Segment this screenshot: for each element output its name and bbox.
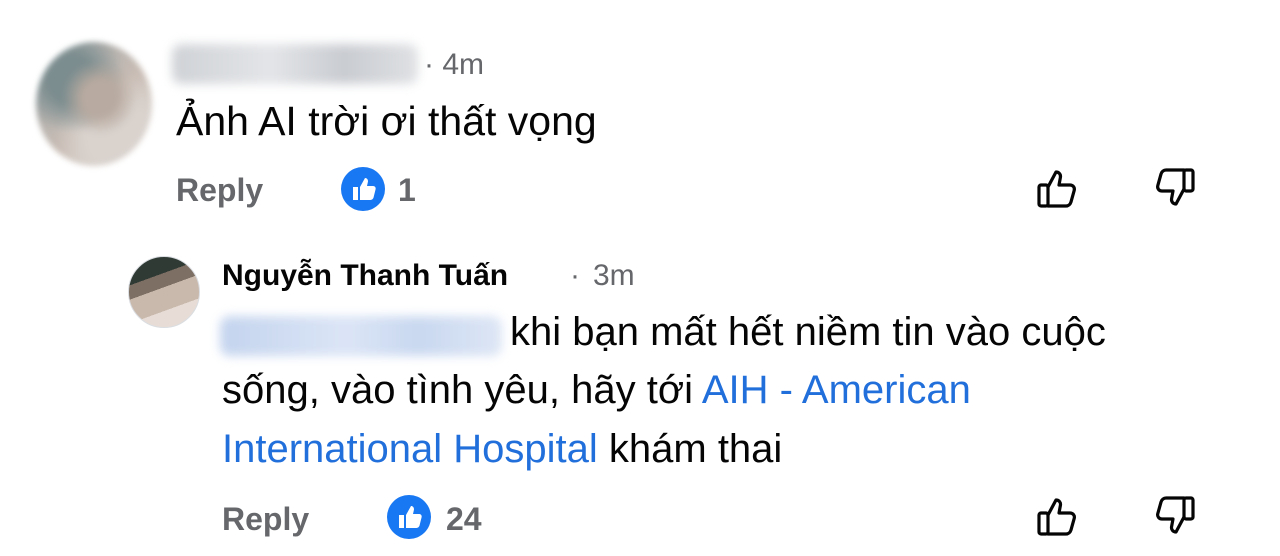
thumbs-up-icon[interactable] <box>1034 164 1082 212</box>
comment-time: · 4m <box>424 48 484 81</box>
reply-button[interactable]: Reply <box>176 172 263 209</box>
like-count: 1 <box>398 172 416 208</box>
comment-text-line: sống, vào tình yêu, hãy tới AIH - Americ… <box>222 368 971 413</box>
comment-text-line: khi bạn mất hết niềm tin vào cuộc <box>510 310 1106 354</box>
page-link[interactable]: AIH - American <box>702 368 971 412</box>
like-bubble-icon <box>386 494 432 540</box>
author-name[interactable]: Nguyễn Thanh Tuấn <box>222 259 508 293</box>
avatar[interactable] <box>128 256 200 328</box>
thumbs-up-icon[interactable] <box>1034 492 1082 540</box>
page-link[interactable]: International Hospital <box>222 427 598 471</box>
thumbs-down-icon[interactable] <box>1150 164 1198 212</box>
comment-text-line: International Hospital khám thai <box>222 427 782 472</box>
thumbs-down-icon[interactable] <box>1150 492 1198 540</box>
like-bubble-icon <box>340 166 386 212</box>
reply-button[interactable]: Reply <box>222 501 309 538</box>
comment-time: 3m <box>593 259 635 292</box>
author-name-blurred[interactable] <box>172 44 418 84</box>
comment-text: Ảnh AI trời ơi thất vọng <box>176 98 597 144</box>
mention-blurred[interactable] <box>220 316 502 356</box>
separator-dot: · <box>570 259 580 292</box>
comment-text: khám thai <box>597 427 783 471</box>
comment-text: sống, vào tình yêu, hãy tới <box>222 368 702 412</box>
avatar[interactable] <box>36 42 152 166</box>
like-count: 24 <box>446 501 482 537</box>
